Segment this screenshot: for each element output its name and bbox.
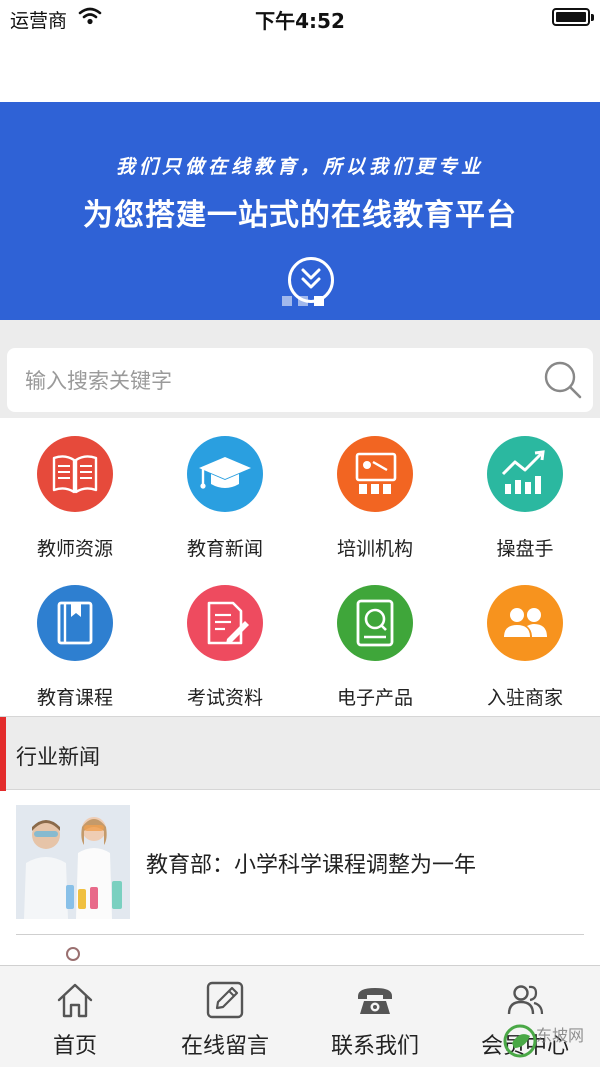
category-grid: 教师资源 教育新闻 培训机构 操盘手 教育课程 考试资料 电子产品 入驻商家 xyxy=(0,418,600,716)
category-label: 培训机构 xyxy=(336,538,413,560)
carousel-dot[interactable] xyxy=(298,296,308,306)
tab-label: 在线留言 xyxy=(180,1034,269,1059)
trend-chart-icon xyxy=(487,436,563,512)
graduation-cap-icon xyxy=(187,436,263,512)
section-accent-bar xyxy=(0,717,6,791)
edit-message-icon xyxy=(206,981,244,1019)
exam-paper-icon xyxy=(187,585,263,661)
tab-label: 首页 xyxy=(52,1034,97,1059)
category-electronics[interactable]: 电子产品 xyxy=(300,567,450,716)
battery-icon xyxy=(552,8,594,26)
category-label: 操盘手 xyxy=(496,538,554,560)
search-input[interactable] xyxy=(25,364,525,398)
banner-subtitle: 我们只做在线教育，所以我们更专业 xyxy=(115,156,484,178)
watermark-text: 东坡网 xyxy=(536,1026,585,1045)
home-icon xyxy=(57,983,93,1018)
news-list-item[interactable]: 教育部：小学科学课程调整为一年 xyxy=(16,803,584,935)
search-box[interactable] xyxy=(7,348,593,412)
category-label: 教师资源 xyxy=(36,538,113,560)
search-icon[interactable] xyxy=(543,360,583,400)
carousel-indicator[interactable] xyxy=(282,296,342,306)
open-book-icon xyxy=(37,436,113,512)
members-icon xyxy=(507,985,544,1015)
news-title: 教育部：小学科学课程调整为一年 xyxy=(146,853,477,878)
category-label: 教育课程 xyxy=(36,687,113,709)
category-education-news[interactable]: 教育新闻 xyxy=(150,418,300,567)
status-bar: 运营商 下午4:52 xyxy=(0,0,600,34)
category-education-courses[interactable]: 教育课程 xyxy=(0,567,150,716)
merchants-icon xyxy=(487,585,563,661)
news-thumbnail xyxy=(16,805,130,919)
tab-label: 联系我们 xyxy=(330,1034,419,1059)
category-teacher-resources[interactable]: 教师资源 xyxy=(0,418,150,567)
hard-drive-icon xyxy=(337,585,413,661)
battery-level xyxy=(556,12,586,22)
category-label: 考试资料 xyxy=(186,687,263,709)
watermark-logo xyxy=(503,1024,537,1058)
course-book-icon xyxy=(37,585,113,661)
category-training-institutions[interactable]: 培训机构 xyxy=(300,418,450,567)
category-label: 教育新闻 xyxy=(186,538,263,560)
carousel-dot[interactable] xyxy=(282,296,292,306)
carousel-dot-active[interactable] xyxy=(314,296,324,306)
header-blank-area xyxy=(0,34,600,102)
category-exam-materials[interactable]: 考试资料 xyxy=(150,567,300,716)
clock: 下午4:52 xyxy=(255,9,345,33)
category-trader[interactable]: 操盘手 xyxy=(450,418,600,567)
banner-title: 为您搭建一站式的在线教育平台 xyxy=(83,198,517,233)
tab-online-message[interactable]: 在线留言 xyxy=(150,966,300,1067)
promo-banner[interactable]: 我们只做在线教育，所以我们更专业 为您搭建一站式的在线教育平台 xyxy=(0,102,600,320)
classroom-icon xyxy=(337,436,413,512)
telephone-icon xyxy=(358,988,392,1014)
news-list-item[interactable] xyxy=(16,935,584,965)
tab-contact-us[interactable]: 联系我们 xyxy=(300,966,450,1067)
industry-news-header: 行业新闻 xyxy=(0,716,600,791)
category-label: 入驻商家 xyxy=(486,687,563,709)
category-label: 电子产品 xyxy=(336,687,413,709)
news-thumbnail xyxy=(66,947,80,961)
category-merchants[interactable]: 入驻商家 xyxy=(450,567,600,716)
section-title: 行业新闻 xyxy=(16,745,100,769)
search-area xyxy=(0,320,600,418)
tab-home[interactable]: 首页 xyxy=(0,966,150,1067)
